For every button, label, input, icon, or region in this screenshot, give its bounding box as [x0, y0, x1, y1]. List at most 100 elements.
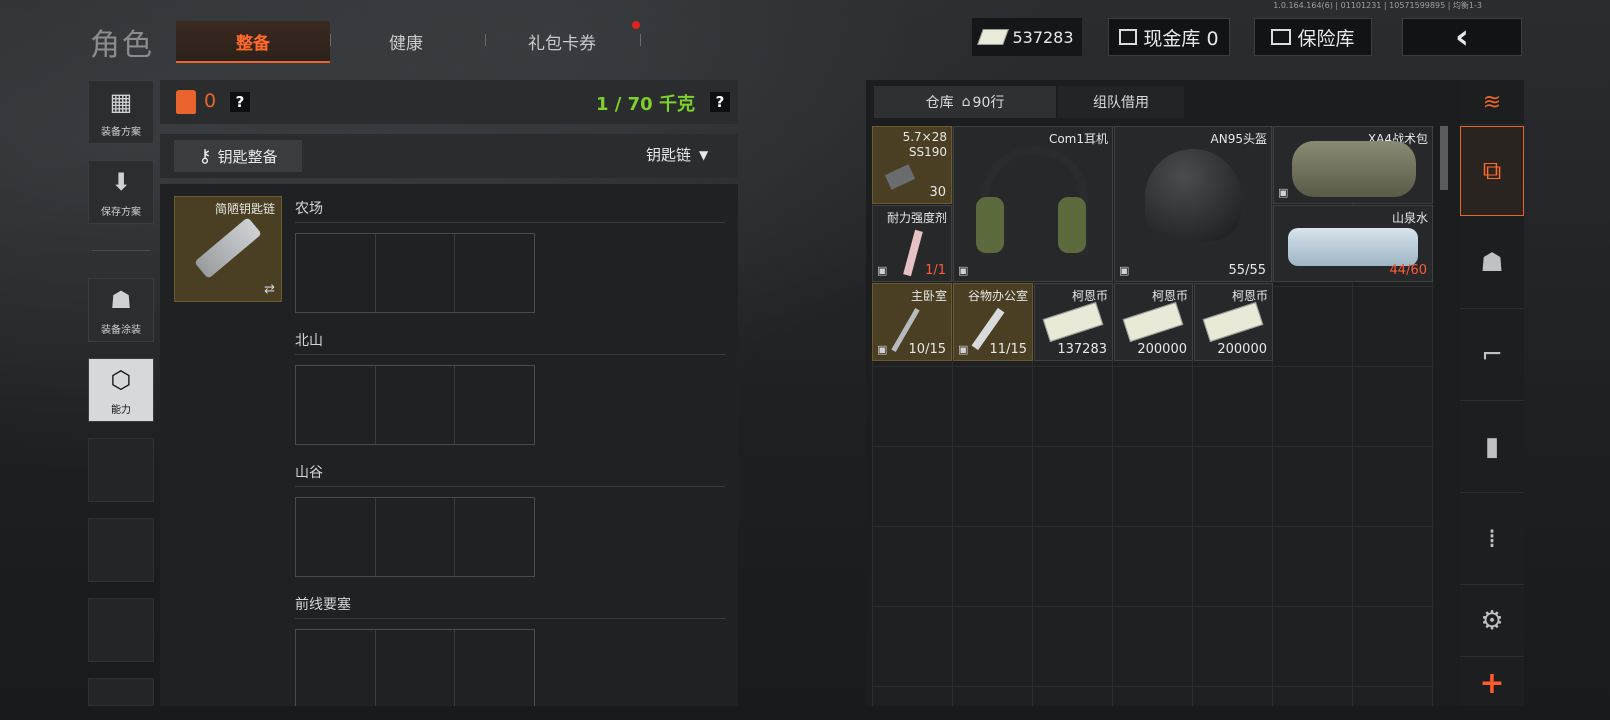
key-slots[interactable] — [295, 629, 535, 706]
water-item[interactable]: 山泉水 44/60 — [1273, 205, 1433, 282]
loadout-plan-label: 装备方案 — [101, 127, 141, 138]
currency-item[interactable]: 柯恩币 200000 — [1114, 283, 1193, 361]
key-item[interactable]: 主卧室 ▣ 10/15 — [872, 283, 952, 361]
equipment-skin-button[interactable]: ☗ 装备涂装 — [88, 278, 154, 342]
storage-scrollbar[interactable] — [1440, 126, 1448, 190]
backpack-item[interactable]: XA4战术包 ▣ — [1273, 126, 1433, 204]
tab-gift-cards[interactable]: 礼包卡券 — [490, 21, 634, 61]
item-count: 30 — [929, 185, 946, 200]
section-divider — [295, 222, 725, 223]
save-plan-button[interactable]: ⬇ 保存方案 — [88, 160, 154, 224]
keychain-item[interactable]: 简陋钥匙链 ⇄ — [174, 196, 282, 302]
ammo-category-icon[interactable]: ⁞ — [1460, 494, 1524, 585]
empty-slot — [88, 678, 154, 706]
help-button[interactable]: ? — [230, 92, 250, 112]
cash-stack-icon — [1202, 301, 1264, 343]
chevron-left-icon: ‹ — [1454, 17, 1469, 57]
tab-divider — [640, 34, 641, 46]
weight-help-button[interactable]: ? — [710, 92, 730, 112]
tab-divider — [330, 34, 331, 46]
lock-icon: ▣ — [958, 264, 969, 277]
cash-vault-label: 现金库 0 — [1143, 27, 1219, 50]
key-slots[interactable] — [295, 233, 535, 313]
key-slots[interactable] — [295, 497, 535, 577]
loadout-plan-button[interactable]: ▦ 装备方案 — [88, 80, 154, 144]
chevron-down-icon: ▼ — [699, 147, 709, 162]
cash-vault-button[interactable]: 现金库 0 — [1108, 18, 1230, 56]
lock-icon: ▣ — [1119, 264, 1130, 277]
stamina-item[interactable]: 耐力强度剂 ▣ 1/1 — [872, 205, 952, 282]
bottle-icon — [1288, 228, 1418, 266]
ear-cup-right — [1058, 197, 1086, 253]
download-icon: ⬇ — [110, 168, 132, 196]
item-name: 5.7×28 SS190 — [902, 130, 947, 159]
weight-display: 1 / 70 千克 — [596, 94, 695, 115]
lock-icon: ▣ — [1278, 186, 1289, 199]
key-loadout-label: 钥匙整备 — [217, 147, 278, 166]
ammo-icon — [884, 164, 916, 190]
equipment-skin-label: 装备涂装 — [101, 325, 141, 336]
add-icon[interactable]: + — [1460, 660, 1524, 706]
item-count: 44/60 — [1389, 263, 1427, 278]
vest-icon: ▦ — [109, 88, 133, 116]
item-name: 山泉水 — [1391, 211, 1428, 225]
currency-item[interactable]: 柯恩币 137283 — [1034, 283, 1113, 361]
safe-icon — [1271, 29, 1292, 45]
ability-icon: ⬡ — [110, 366, 132, 394]
key-slots[interactable] — [295, 365, 535, 445]
item-name: Com1耳机 — [1048, 132, 1108, 146]
section-divider — [295, 354, 725, 355]
money-display: 537283 — [972, 18, 1082, 56]
version-text: 1.0.164.164(6) | 01101231 | 10571599895 … — [1273, 1, 1482, 10]
lock-icon: ▣ — [877, 343, 888, 356]
storage-tab-label: 仓库 — [925, 95, 954, 111]
key-loadout-button[interactable]: ⚷ 钥匙整备 — [174, 140, 302, 172]
section-label: 北山 — [295, 333, 323, 349]
item-name: AN95头盔 — [1210, 132, 1267, 146]
cash-icon — [977, 29, 1010, 45]
tab-health[interactable]: 健康 — [334, 21, 478, 61]
back-button[interactable]: ‹ — [1402, 17, 1522, 57]
key-item[interactable]: 谷物办公室 ▣ 11/15 — [953, 283, 1033, 361]
item-name: 谷物办公室 — [967, 289, 1028, 303]
lock-icon: ▣ — [877, 264, 888, 277]
helmet-item[interactable]: AN95头盔 ▣ 55/55 — [1114, 126, 1272, 282]
safe-button[interactable]: 保险库 — [1254, 18, 1372, 56]
armor-count: 0 — [204, 90, 217, 112]
cash-stack-icon — [1042, 301, 1104, 343]
item-count: 200000 — [1217, 342, 1267, 357]
item-count: 200000 — [1137, 342, 1187, 357]
ammo-item[interactable]: 5.7×28 SS190 30 — [872, 126, 952, 204]
tab-loadout[interactable]: 整备 — [176, 21, 330, 63]
vault-icon — [1119, 29, 1138, 45]
headset-item[interactable]: Com1耳机 ▣ — [953, 126, 1113, 282]
all-items-icon[interactable]: ⧉ — [1460, 126, 1524, 216]
currency-item[interactable]: 柯恩币 200000 — [1194, 283, 1273, 361]
item-count: 11/15 — [989, 342, 1027, 357]
item-name: 柯恩币 — [1151, 289, 1188, 303]
item-name: 柯恩币 — [1071, 289, 1108, 303]
home-icon: ⌂ — [961, 94, 971, 110]
keychain-dropdown[interactable]: 钥匙链 ▼ — [646, 144, 708, 165]
rifle-category-icon[interactable]: ⌐ — [1460, 310, 1524, 401]
keychain-dropdown-label: 钥匙链 — [646, 146, 692, 164]
storage-rows: 90行 — [972, 95, 1005, 111]
swap-icon[interactable]: ⇄ — [264, 282, 275, 297]
sort-stack-icon[interactable]: ≋ — [1460, 80, 1524, 125]
tab-divider — [485, 34, 486, 46]
safe-label: 保险库 — [1297, 27, 1355, 50]
syringe-icon — [903, 229, 923, 277]
ear-cup-left — [976, 197, 1004, 253]
ability-button[interactable]: ⬡ 能力 — [88, 358, 154, 422]
armor-icon — [176, 90, 196, 114]
ability-label: 能力 — [111, 405, 131, 416]
attachment-category-icon[interactable]: ⚙ — [1460, 586, 1524, 657]
section-divider — [295, 486, 725, 487]
section-divider — [295, 618, 725, 619]
gear-category-icon[interactable]: ☗ — [1460, 218, 1524, 309]
magazine-category-icon[interactable]: ▮ — [1460, 402, 1524, 493]
tab-team-borrow[interactable]: 组队借用 — [1058, 86, 1184, 118]
section-label: 山谷 — [295, 465, 323, 481]
item-name: 耐力强度剂 — [886, 211, 947, 225]
tab-storage[interactable]: 仓库 ⌂ 90行 — [874, 86, 1056, 118]
